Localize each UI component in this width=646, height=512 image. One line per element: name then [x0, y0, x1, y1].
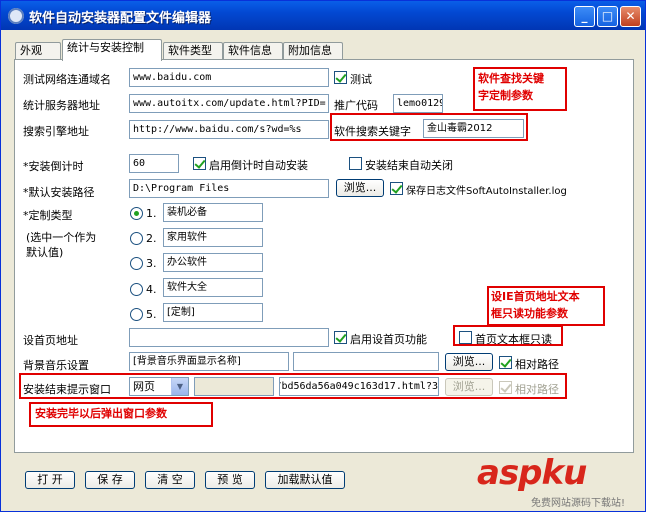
custom-type-hint-1: (选中一个作为	[26, 231, 97, 244]
preview-button[interactable]: 预 览	[205, 471, 255, 489]
default-path-input[interactable]: D:\Program Files	[129, 179, 329, 198]
custom-type-hint-2: 默认值)	[26, 246, 64, 259]
test-checkbox-label: 测试	[350, 73, 372, 86]
test-checkbox[interactable]	[334, 71, 347, 84]
load-defaults-button[interactable]: 加载默认值	[265, 471, 345, 489]
tab-extra-info[interactable]: 附加信息	[283, 42, 343, 60]
app-window: 软件自动安装器配置文件编辑器 _ □ ✕ 外观 统计与安装控制 软件类型 软件信…	[0, 0, 646, 512]
bgm-relative-label: 相对路径	[515, 358, 559, 371]
default-path-label: *默认安装路径	[23, 186, 95, 199]
app-icon	[8, 8, 24, 24]
save-log-label: 保存日志文件SoftAutoInstaller.log	[406, 186, 567, 197]
custom-type-num-2: 2.	[146, 232, 157, 245]
browse-bgm-button[interactable]: 浏览...	[445, 353, 493, 371]
test-domain-input[interactable]: www.baidu.com	[129, 68, 329, 87]
annotation-readonly-line-1: 设IE首页地址文本	[491, 290, 580, 303]
search-engine-label: 搜索引擎地址	[23, 125, 89, 138]
minimize-button[interactable]: _	[574, 6, 595, 27]
browse-path-button[interactable]: 浏览...	[336, 179, 384, 197]
homepage-enable-label: 启用设首页功能	[350, 333, 427, 346]
custom-type-label: *定制类型	[23, 209, 73, 222]
annotation-end-note: 安装完毕以后弹出窗口参数	[35, 407, 167, 420]
countdown-enable-checkbox[interactable]	[193, 157, 206, 170]
promo-code-input[interactable]: lemo0129	[393, 94, 443, 113]
countdown-input[interactable]: 60	[129, 154, 179, 173]
stats-server-input[interactable]: www.autoitx.com/update.html?PID=	[129, 94, 329, 113]
custom-type-radio-3[interactable]	[130, 257, 143, 270]
tab-appearance[interactable]: 外观	[15, 42, 61, 60]
annotation-box-readonly-field	[453, 325, 563, 346]
test-domain-label: 测试网络连通域名	[23, 73, 111, 86]
watermark-brand: aspku	[477, 453, 587, 493]
search-engine-input[interactable]: http://www.baidu.com/s?wd=%s	[129, 120, 329, 139]
countdown-label: *安装倒计时	[23, 160, 84, 173]
annotation-box-end-window	[19, 373, 567, 399]
annotation-readonly-line-2: 框只读功能参数	[491, 307, 568, 320]
custom-type-num-3: 3.	[146, 257, 157, 270]
watermark-subtitle: 免费网站源码下载站!	[531, 498, 626, 509]
custom-type-input-1[interactable]: 装机必备	[163, 203, 263, 222]
watermark-logo: aspku 免费网站源码下载站!	[471, 453, 645, 511]
custom-type-radio-4[interactable]	[130, 283, 143, 296]
tab-software-type[interactable]: 软件类型	[163, 42, 223, 60]
countdown-enable-label: 启用倒计时自动安装	[209, 159, 308, 172]
close-button[interactable]: ✕	[620, 6, 641, 27]
auto-close-label: 安装结束自动关闭	[365, 159, 453, 172]
window-title: 软件自动安装器配置文件编辑器	[29, 11, 212, 26]
custom-type-num-4: 4.	[146, 283, 157, 296]
clear-button[interactable]: 清 空	[145, 471, 195, 489]
homepage-input[interactable]	[129, 328, 329, 347]
custom-type-input-3[interactable]: 办公软件	[163, 253, 263, 272]
open-button[interactable]: 打 开	[25, 471, 75, 489]
custom-type-radio-1[interactable]	[130, 207, 143, 220]
custom-type-input-5[interactable]: [定制]	[163, 303, 263, 322]
annotation-box-keyword-field	[330, 113, 528, 141]
bgm-name-input[interactable]: [背景音乐界面显示名称]	[129, 352, 289, 371]
homepage-enable-checkbox[interactable]	[334, 331, 347, 344]
bgm-label: 背景音乐设置	[23, 359, 89, 372]
annotation-keyword-line-2: 字定制参数	[478, 89, 533, 102]
tab-software-info[interactable]: 软件信息	[223, 42, 283, 60]
promo-code-label: 推广代码	[334, 99, 378, 112]
maximize-button[interactable]: □	[597, 6, 618, 27]
bgm-path-input[interactable]	[293, 352, 439, 371]
auto-close-checkbox[interactable]	[349, 157, 362, 170]
save-button[interactable]: 保 存	[85, 471, 135, 489]
custom-type-radio-5[interactable]	[130, 308, 143, 321]
save-log-checkbox[interactable]	[390, 182, 403, 195]
custom-type-num-5: 5.	[146, 308, 157, 321]
custom-type-radio-2[interactable]	[130, 232, 143, 245]
stats-server-label: 统计服务器地址	[23, 99, 100, 112]
custom-type-num-1: 1.	[146, 207, 157, 220]
annotation-keyword-line-1: 软件查找关键	[478, 72, 544, 85]
title-bar: 软件自动安装器配置文件编辑器 _ □ ✕	[1, 1, 645, 30]
tab-stats-install[interactable]: 统计与安装控制	[62, 39, 162, 61]
custom-type-input-4[interactable]: 软件大全	[163, 278, 263, 297]
bgm-relative-checkbox[interactable]	[499, 356, 512, 369]
custom-type-input-2[interactable]: 家用软件	[163, 228, 263, 247]
homepage-label: 设首页地址	[23, 334, 78, 347]
